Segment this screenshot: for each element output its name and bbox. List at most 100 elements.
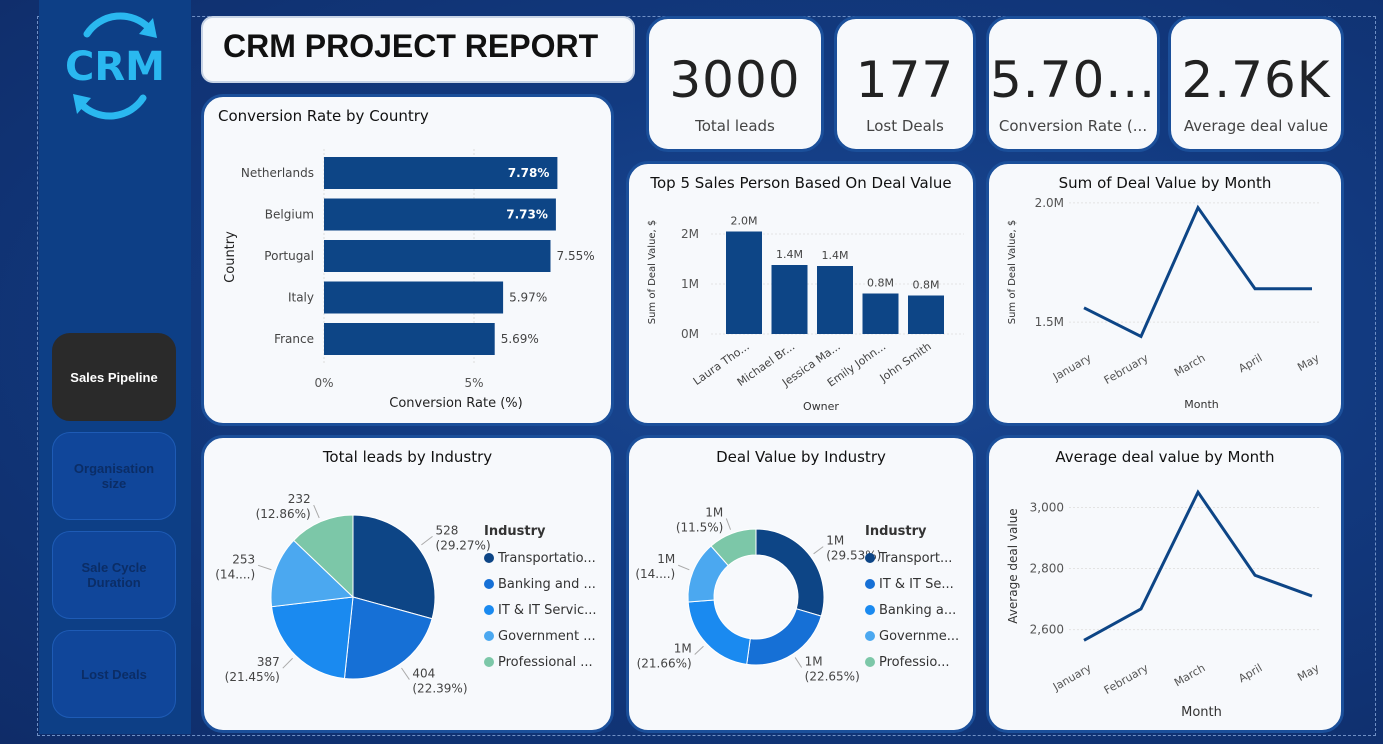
slice-label: 1M	[674, 641, 692, 655]
category-label: May	[1295, 661, 1322, 684]
legend-item[interactable]: Professional ...	[484, 649, 597, 675]
tick-label: 1M	[681, 277, 699, 291]
kpi-value: 5.70...	[989, 51, 1156, 109]
leader-line	[421, 535, 433, 546]
kpi-value: 177	[855, 51, 955, 109]
legend-swatch	[484, 631, 494, 641]
nav-sales-pipeline[interactable]: Sales Pipeline	[52, 333, 176, 421]
top5-sales-person-chart: 0M1M2M2.0MLaura Tho...1.4MMichael Br...1…	[647, 215, 964, 413]
legend-item[interactable]: Transport...	[865, 545, 959, 571]
legend-item[interactable]: Governme...	[865, 623, 959, 649]
kpi-total-leads: 3000 Total leads	[646, 16, 824, 152]
deal-value-by-month-chart: 1.5M 2.0M January February March April May Mont…	[1007, 196, 1322, 411]
category-label: March	[1172, 661, 1208, 689]
slice-label: 1M	[705, 505, 723, 519]
legend-swatch	[865, 657, 875, 667]
leader-line	[794, 657, 803, 668]
legend-item[interactable]: Professio...	[865, 649, 959, 675]
kpi-label: Total leads	[695, 117, 775, 135]
legend-label: Professional ...	[498, 654, 593, 670]
leader-line	[282, 657, 293, 669]
leader-line	[813, 546, 824, 555]
legend-swatch	[484, 579, 494, 589]
legend-label: IT & IT Servic...	[498, 602, 597, 618]
nav-organisation-size[interactable]: Organisation size	[52, 432, 176, 520]
slice-label: (11.5%)	[676, 520, 723, 534]
data-label: 2.0M	[731, 215, 758, 228]
slice-label: (29.27%)	[436, 538, 491, 552]
leads-by-industry-legend: Industry Transportatio... Banking and ...…	[484, 524, 597, 675]
data-label: 7.73%	[506, 208, 548, 222]
legend-item[interactable]: Transportatio...	[484, 545, 597, 571]
category-label: France	[274, 332, 314, 346]
slice-label: 232	[288, 492, 311, 506]
conversion-by-country-card: Conversion Rate by Country Netherlands 7.…	[201, 94, 614, 426]
page-title: CRM PROJECT REPORT	[223, 28, 599, 64]
tick-label: 2,800	[1030, 562, 1064, 576]
nav-label: Sales Pipeline	[70, 369, 158, 385]
data-label: 5.69%	[501, 332, 539, 346]
series-line	[1083, 204, 1312, 339]
nav-sale-cycle-duration[interactable]: Sale Cycle Duration	[52, 531, 176, 619]
category-label: Portugal	[264, 249, 314, 263]
deal-value-by-month-card: Sum of Deal Value by Month 1.5M 2.0M Janua…	[986, 161, 1344, 426]
legend-item[interactable]: IT & IT Servic...	[484, 597, 597, 623]
pie-slice	[755, 528, 825, 617]
data-label: 1.4M	[776, 248, 803, 261]
tick-label: 3,000	[1030, 500, 1064, 514]
conversion-by-country-chart: Netherlands 7.78% Belgium 7.73% Portugal 7.55…	[223, 149, 595, 411]
kpi-value: 2.76K	[1181, 51, 1331, 109]
nav-lost-deals[interactable]: Lost Deals	[52, 630, 176, 718]
kpi-average-deal-value: 2.76K Average deal value	[1168, 16, 1344, 152]
legend-item[interactable]: Banking and ...	[484, 571, 597, 597]
slice-label: 253	[232, 552, 255, 566]
data-label: 7.55%	[557, 249, 595, 263]
tick-label: 2,600	[1030, 623, 1064, 637]
legend-swatch	[865, 553, 875, 563]
bar	[726, 231, 762, 334]
category-label: March	[1172, 351, 1208, 379]
x-axis-label: Month	[1184, 398, 1219, 411]
kpi-conversion-rate: 5.70... Conversion Rate (...	[986, 16, 1160, 152]
legend-item[interactable]: Government ...	[484, 623, 597, 649]
slice-label: 387	[257, 655, 280, 669]
legend-item[interactable]: IT & IT Se...	[865, 571, 959, 597]
tick-label: 0M	[681, 327, 699, 341]
slice-label: 404	[412, 667, 435, 681]
bar	[771, 265, 808, 334]
legend-swatch	[865, 605, 875, 615]
category-label: January	[1050, 351, 1094, 384]
kpi-label: Lost Deals	[866, 117, 944, 135]
slice-label: (22.65%)	[805, 670, 860, 684]
slice-label: 528	[436, 523, 459, 537]
y-axis-label: Sum of Deal Value, $	[1007, 220, 1018, 325]
kpi-label: Average deal value	[1183, 117, 1329, 135]
slice-label: (14....)	[635, 567, 675, 581]
avg-deal-value-by-month-chart: 2,600 2,800 3,000 January February March April…	[1006, 489, 1322, 720]
y-axis-label: Sum of Deal Value, $	[647, 220, 658, 325]
data-label: 1.4M	[822, 249, 849, 262]
legend-title: Industry	[865, 524, 927, 539]
legend-label: Governme...	[879, 628, 960, 644]
legend-label: IT & IT Se...	[879, 576, 954, 592]
legend-swatch	[865, 631, 875, 641]
deal-value-by-industry-card: Deal Value by Industry 1M (29.53%) 1M (22.6…	[626, 435, 976, 733]
bar	[324, 240, 551, 272]
data-label: 7.78%	[508, 166, 550, 180]
slice-label: (12.86%)	[256, 507, 311, 521]
crm-logo: CRM	[57, 8, 173, 124]
slice-label: (14....)	[215, 567, 255, 581]
bar	[862, 293, 899, 334]
legend-item[interactable]: Banking a...	[865, 597, 959, 623]
category-label: February	[1102, 661, 1151, 697]
tick-label: 1.5M	[1035, 315, 1064, 329]
legend-swatch	[484, 553, 494, 563]
legend-label: Transportatio...	[498, 550, 596, 566]
leader-line	[257, 564, 272, 571]
leader-line	[725, 518, 732, 530]
bar	[908, 295, 944, 334]
legend-title: Industry	[484, 524, 546, 539]
slice-label: 1M	[826, 534, 844, 548]
legend-label: Transport...	[879, 550, 953, 566]
data-label: 0.8M	[867, 277, 894, 290]
